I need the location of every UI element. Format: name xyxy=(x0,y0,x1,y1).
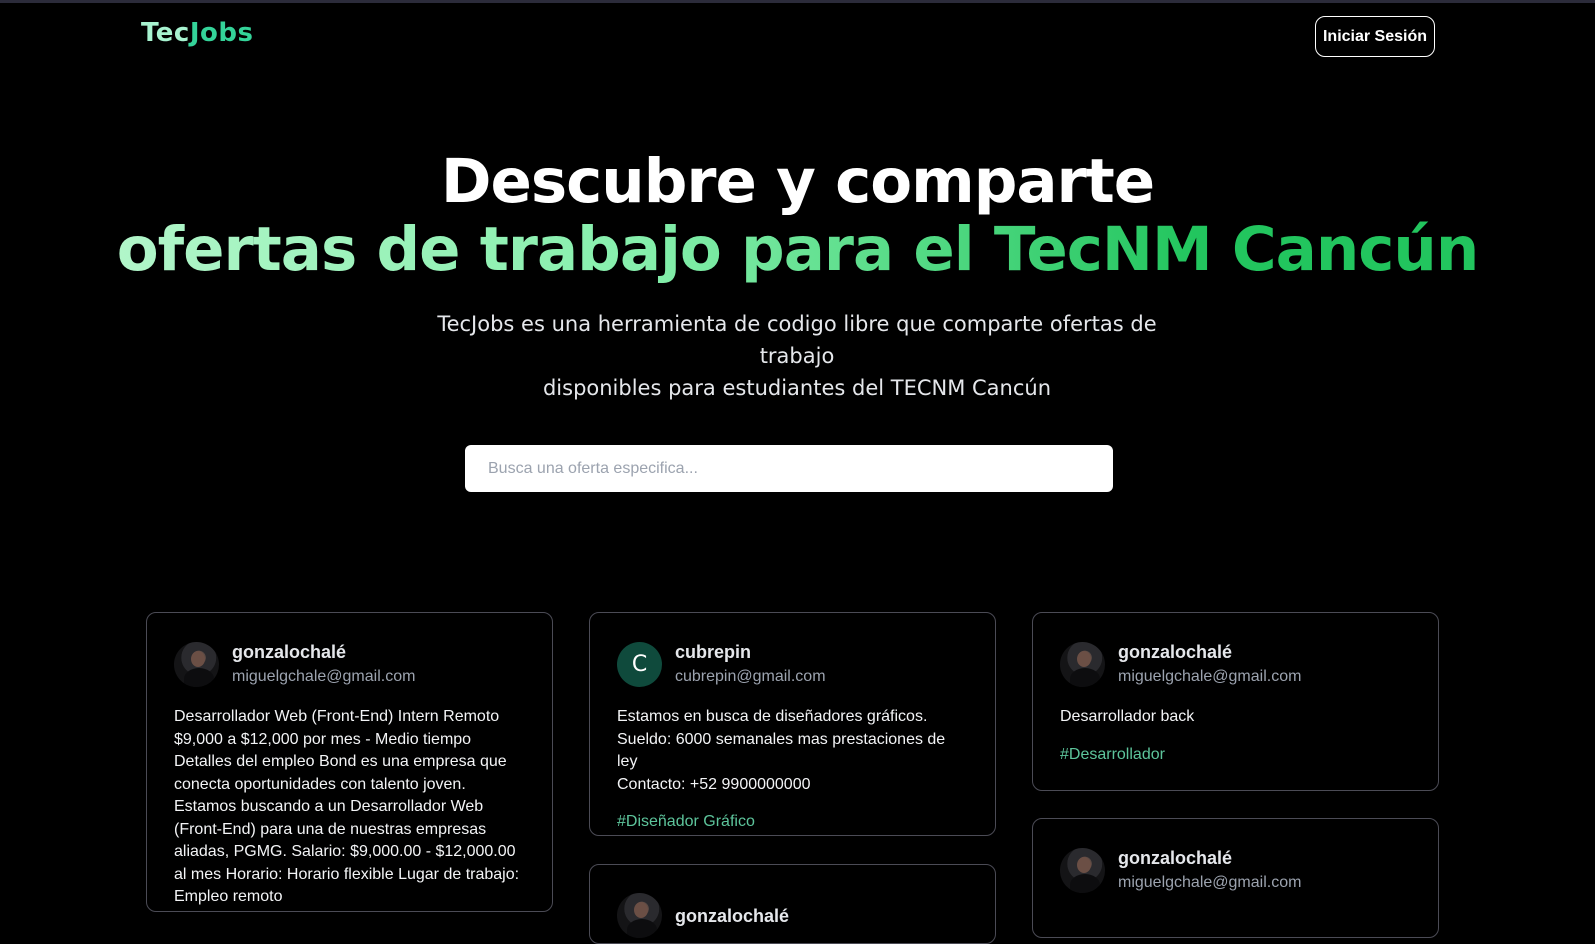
post-text-line: Estamos en busca de diseñadores gráficos… xyxy=(617,708,928,725)
post-username: gonzalochalé xyxy=(675,905,790,926)
avatar xyxy=(174,642,219,687)
post-email: miguelgchale@gmail.com xyxy=(1118,668,1302,685)
hero-subtitle-line2: disponibles para estudiantes del TECNM C… xyxy=(542,376,1052,400)
hero-subtitle-line1: TecJobs es una herramienta de codigo lib… xyxy=(437,312,1157,368)
avatar xyxy=(617,893,662,938)
post-header: gonzalochalé miguelgchale@gmail.com xyxy=(1060,641,1411,688)
post-email: cubrepin@gmail.com xyxy=(675,668,826,685)
post-card[interactable]: gonzalochalé miguelgchale@gmail.com Desa… xyxy=(146,612,553,912)
search-input[interactable] xyxy=(465,445,1113,492)
avatar: C xyxy=(617,642,662,687)
avatar xyxy=(1060,642,1105,687)
login-button[interactable]: Iniciar Sesión xyxy=(1315,16,1435,57)
post-card[interactable]: C cubrepin cubrepin@gmail.com Estamos en… xyxy=(589,612,996,836)
hero-title-line2: ofertas de trabajo para el TecNM Cancún xyxy=(0,216,1595,284)
hero-section: Descubre y comparte ofertas de trabajo p… xyxy=(0,148,1595,284)
hero-subtitle: TecJobs es una herramienta de codigo lib… xyxy=(397,308,1197,404)
post-text-line: Sueldo: 6000 semanales mas prestaciones … xyxy=(617,730,946,771)
post-header: gonzalochalé xyxy=(617,893,968,938)
avatar xyxy=(1060,848,1105,893)
post-header: gonzalochalé miguelgchale@gmail.com xyxy=(174,641,525,688)
post-username: gonzalochalé xyxy=(232,642,347,662)
post-username: gonzalochalé xyxy=(1118,848,1233,868)
app-logo[interactable]: TecJobs xyxy=(141,18,253,48)
post-tag[interactable]: #Diseñador Gráfico xyxy=(617,813,968,831)
post-text: Desarrollador back xyxy=(1060,708,1195,725)
post-header: gonzalochalé miguelgchale@gmail.com xyxy=(1060,847,1411,894)
post-text: Estamos en busca de diseñadores gráficos… xyxy=(617,706,968,796)
post-username: gonzalochalé xyxy=(1118,642,1233,662)
post-card[interactable]: gonzalochalé miguelgchale@gmail.com Desa… xyxy=(1032,612,1439,791)
post-username: cubrepin xyxy=(675,642,752,662)
post-text: Desarrollador Web (Front-End) Intern Rem… xyxy=(174,708,520,905)
post-email: miguelgchale@gmail.com xyxy=(232,668,416,685)
post-header: C cubrepin cubrepin@gmail.com xyxy=(617,641,968,688)
post-text-line: Contacto: +52 9900000000 xyxy=(617,775,811,793)
post-tag[interactable]: #Desarrollador xyxy=(1060,746,1411,764)
logo-part-jobs: Jobs xyxy=(189,18,254,48)
hero-title-line1: Descubre y comparte xyxy=(440,146,1155,217)
post-card[interactable]: gonzalochalé miguelgchale@gmail.com xyxy=(1032,818,1439,938)
post-card[interactable]: gonzalochalé xyxy=(589,864,996,944)
top-border xyxy=(0,0,1595,3)
logo-part-tec: Tec xyxy=(141,18,190,48)
hero-title: Descubre y comparte ofertas de trabajo p… xyxy=(0,148,1595,284)
post-email: miguelgchale@gmail.com xyxy=(1118,874,1302,891)
